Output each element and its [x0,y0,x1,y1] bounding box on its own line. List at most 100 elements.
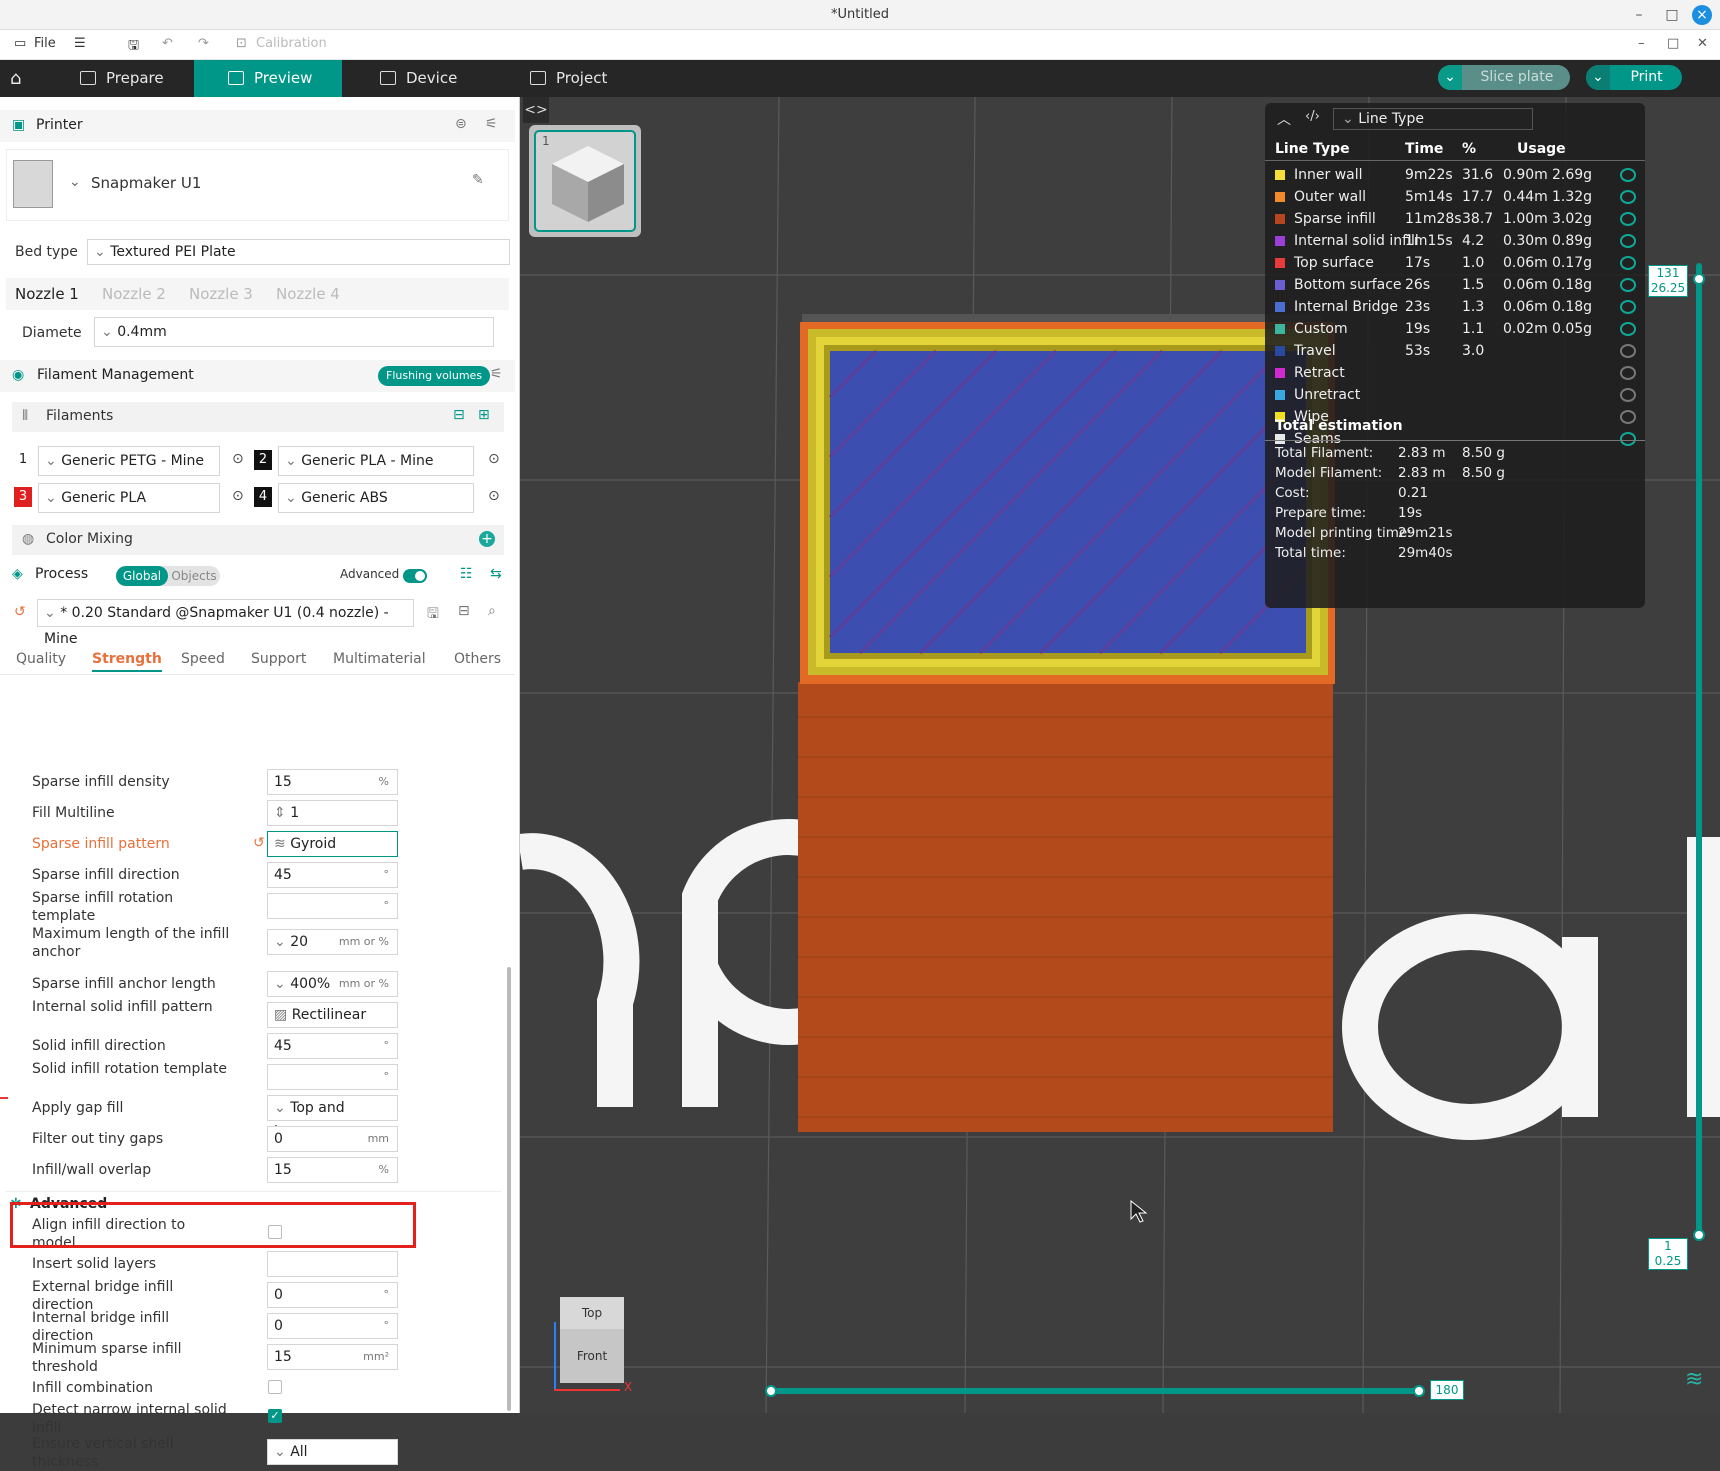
setting-input[interactable]: ° [267,893,398,919]
filament-config-icon[interactable]: ⚟ [490,366,503,382]
global-objects-toggle[interactable]: Global Objects [116,566,220,586]
setting-input[interactable]: ≋ Gyroid [267,831,398,857]
remove-filament-icon[interactable]: ⊟ [453,407,465,423]
toggle-objects[interactable]: Objects [170,566,218,586]
setting-input[interactable]: ⌄ 20 mm or % [267,929,398,955]
print-dropdown-icon[interactable]: ⌄ [1586,65,1610,90]
setting-input[interactable]: ⌄ 400% mm or % [267,971,398,997]
printer-card[interactable]: ⌄ Snapmaker U1 ✎ [6,149,509,221]
tab-speed[interactable]: Speed [181,651,225,667]
layer-slider-top-handle[interactable] [1693,273,1705,285]
legend-view-select[interactable]: ⌄ Line Type [1333,108,1533,130]
menu-file[interactable]: File [34,36,56,51]
setting-input[interactable] [267,1251,398,1277]
menu-calibration[interactable]: Calibration [256,36,327,51]
tab-nozzle-3[interactable]: Nozzle 3 [189,285,253,303]
setting-input[interactable]: ° [267,1064,398,1090]
sub-maximize-icon[interactable]: □ [1667,36,1679,51]
calibration-icon[interactable]: ⊡ [236,36,247,51]
bed-type-select[interactable]: ⌄ Textured PEI Plate [87,239,510,265]
edit-printer-icon[interactable]: ✎ [472,172,484,188]
tab-preview[interactable]: Preview [194,60,342,97]
filament-select[interactable]: ⌄ Generic PLA [38,483,220,513]
eye-off-icon[interactable] [1620,344,1636,358]
search-icon[interactable]: ⌕ [488,603,496,619]
layer-slider-track[interactable] [1696,263,1702,1238]
setting-input[interactable]: ⌄ All [267,1439,398,1465]
tab-nozzle-4[interactable]: Nozzle 4 [276,285,340,303]
view-cube-front[interactable]: Front [560,1329,624,1383]
filament-more-icon[interactable]: ⊙ [488,488,500,504]
collapse-legend-icon[interactable]: ︿ [1277,109,1291,129]
file-icon[interactable]: ▭ [14,36,26,51]
eye-off-icon[interactable] [1620,366,1636,380]
plate-thumbnail[interactable]: 1 [529,125,641,237]
setting-input[interactable]: 45 ° [267,1033,398,1059]
tab-quality[interactable]: Quality [16,651,66,667]
flushing-volumes-button[interactable]: Flushing volumes [378,366,491,386]
setting-input[interactable]: 0 mm [267,1126,398,1152]
setting-checkbox-checked[interactable]: ✓ [268,1409,282,1423]
code-icon[interactable]: ‹/› [1305,109,1320,124]
eye-icon[interactable] [1620,234,1636,248]
eye-icon[interactable] [1620,190,1636,204]
process-preset-select[interactable]: ⌄ * 0.20 Standard @Snapmaker U1 (0.4 noz… [37,599,414,647]
printer-dropdown-icon[interactable]: ⌄ [69,174,81,190]
toggle-global[interactable]: Global [116,566,168,586]
sub-close-icon[interactable]: ✕ [1697,36,1708,51]
eye-off-icon[interactable] [1620,388,1636,402]
slice-plate-button[interactable]: ⌄ Slice plate [1438,65,1570,90]
eye-icon[interactable] [1620,212,1636,226]
tab-others[interactable]: Others [454,651,501,667]
legend-row[interactable]: Unretract [1265,385,1645,407]
collapse-preset-icon[interactable]: ⊟ [458,603,470,619]
eye-off-icon[interactable] [1620,410,1636,424]
add-color-mix-icon[interactable]: + [479,531,495,547]
tab-support[interactable]: Support [251,651,306,667]
close-icon[interactable]: × [1692,5,1712,25]
legend-row[interactable]: Outer wall 5m14s 17.7 0.44m 1.32g [1265,187,1645,209]
diameter-select[interactable]: ⌄ 0.4mm [94,317,494,347]
reset-icon[interactable]: ↺ [14,604,26,620]
minimize-icon[interactable]: – [1628,4,1650,26]
printer-settings-icon[interactable]: ⊜ [455,116,467,132]
process-compare-icon[interactable]: ⇆ [490,566,502,582]
setting-input[interactable]: ▨ Rectilinear [267,1002,398,1028]
tab-strength[interactable]: Strength [92,651,162,672]
setting-input[interactable]: 15% [267,769,398,795]
sub-minimize-icon[interactable]: – [1638,36,1645,51]
setting-input[interactable]: 15% [267,1157,398,1183]
eye-icon[interactable] [1620,300,1636,314]
move-slider-track[interactable] [765,1388,1425,1394]
view-cube[interactable]: Top Front [560,1297,624,1383]
tab-device[interactable]: Device [380,60,490,97]
setting-checkbox[interactable] [268,1380,282,1394]
legend-row[interactable]: Retract [1265,363,1645,385]
layer-slider-bottom-handle[interactable] [1693,1229,1705,1241]
legend-row[interactable]: Travel 53s 3.0 [1265,341,1645,363]
printer-name[interactable]: Snapmaker U1 [91,174,201,192]
filament-more-icon[interactable]: ⊙ [488,451,500,467]
eye-icon[interactable] [1620,168,1636,182]
setting-input[interactable]: 0 ° [267,1282,398,1308]
filament-more-icon[interactable]: ⊙ [232,488,244,504]
setting-input[interactable]: 45 ° [267,862,398,888]
tab-nozzle-1[interactable]: Nozzle 1 [15,285,79,303]
legend-row[interactable]: Internal solid infill 1m15s 4.2 0.30m 0.89g [1265,231,1645,253]
legend-row[interactable]: Inner wall 9m22s 31.6 0.90m 2.69g [1265,165,1645,187]
tab-prepare[interactable]: Prepare [80,60,190,97]
eye-icon[interactable] [1620,256,1636,270]
filament-select[interactable]: ⌄ Generic PLA - Mine [278,446,474,476]
home-icon[interactable]: ⌂ [10,60,40,97]
collapse-sidebar-icon[interactable]: <> [523,97,549,123]
layer-slider[interactable] [1693,263,1705,1241]
move-slider-start-handle[interactable] [765,1385,777,1397]
maximize-icon[interactable]: □ [1661,4,1683,26]
undo-icon[interactable]: ↶ [162,36,173,51]
print-button[interactable]: ⌄ Print [1586,65,1682,90]
view-cube-top[interactable]: Top [560,1297,624,1329]
save-preset-icon[interactable]: 🖫 [427,603,439,627]
advanced-toggle[interactable] [403,569,427,583]
tab-multimaterial[interactable]: Multimaterial [333,651,426,667]
save-icon[interactable]: 🖫 [128,36,139,58]
